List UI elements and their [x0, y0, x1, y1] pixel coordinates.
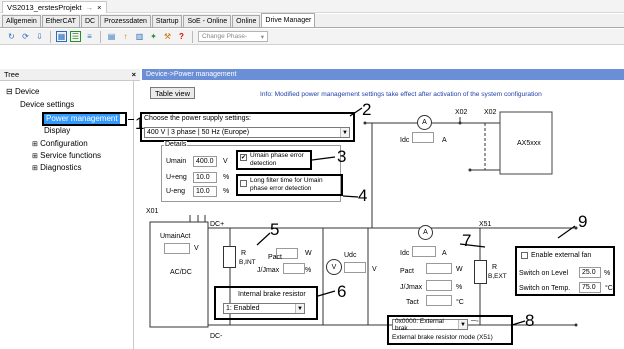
switch-on-level-label: Switch on Level	[519, 270, 569, 277]
power-supply-select[interactable]: 400 V | 3 phase | 50 Hz (Europe) ▼	[144, 127, 350, 138]
x02-label-2: X02	[484, 109, 497, 116]
umeng-label: U-eng	[166, 188, 186, 195]
callout-8: 8	[525, 311, 535, 330]
umainact-label: UmainAct	[160, 233, 191, 240]
tact-field	[426, 295, 452, 306]
jjmax-field	[283, 263, 305, 274]
pact2-label: Pact	[400, 268, 415, 275]
pact2-unit: W	[456, 266, 463, 273]
umeng-field[interactable]: 10.0	[193, 186, 217, 197]
callout-3: 3	[337, 147, 347, 166]
callout-7: 7	[462, 231, 472, 250]
power-supply-label: Choose the power supply settings:	[144, 115, 252, 122]
idc-top-field	[412, 132, 434, 143]
power-supply-value: 400 V | 3 phase | 50 Hz (Europe)	[147, 129, 250, 136]
umainact-unit: V	[194, 245, 199, 252]
umeng-unit: %	[223, 188, 230, 195]
umain-unit: V	[223, 158, 228, 165]
external-fan-checkbox[interactable]	[521, 252, 528, 259]
idc-bot-field	[412, 246, 436, 257]
r-int-sub: B,INT	[239, 259, 256, 266]
jjmax2-unit: %	[456, 284, 463, 291]
ext-brake-value: 0x0000: External brak	[395, 317, 444, 332]
tact-unit: °C	[456, 299, 464, 306]
callout-2: 2	[362, 100, 372, 119]
pact2-field	[426, 263, 452, 274]
phase-error-checkbox[interactable]: ✔	[240, 154, 247, 161]
chevron-down-icon: ▼	[295, 304, 304, 313]
switch-on-level-unit: %	[604, 270, 611, 277]
switch-on-temp-label: Switch on Temp.	[519, 285, 571, 292]
pact-unit: W	[305, 250, 312, 257]
udc-field	[344, 262, 366, 273]
long-filter-checkbox[interactable]	[240, 180, 247, 187]
chevron-down-icon: ▼	[340, 128, 349, 137]
jjmax2-label: J/Jmax	[400, 284, 423, 291]
idc-bot-unit: A	[442, 250, 447, 257]
jjmax2-field	[426, 280, 452, 291]
int-brake-select[interactable]: 1: Enabled ▼	[223, 303, 305, 314]
acdc-label: AC/DC	[170, 269, 192, 276]
idc-top-unit: A	[442, 137, 447, 144]
details-label: Details	[164, 141, 188, 148]
external-fan-label: Enable external fan	[531, 252, 592, 259]
resistor-int-icon	[223, 246, 236, 268]
udc-label: Udc	[344, 252, 357, 259]
r-int-label: R	[241, 250, 247, 257]
upeng-field[interactable]: 10.0	[193, 172, 217, 183]
umain-label: Umain	[166, 158, 187, 165]
jjmax-unit: %	[305, 267, 312, 274]
umain-field[interactable]: 400.0	[193, 156, 217, 167]
ext-brake-select[interactable]: 0x0000: External brak ▼	[392, 317, 468, 332]
dc-plus-label: DC+	[210, 221, 225, 228]
pact-label: Pact	[268, 254, 283, 261]
ext-brake-label: External brake resistor mode (X51)	[392, 334, 493, 341]
chevron-down-icon: ▼	[458, 320, 467, 329]
tact-label: Tact	[406, 299, 419, 306]
voltmeter-icon: V	[326, 259, 342, 275]
callout-9: 9	[578, 212, 588, 231]
upeng-label: U+eng	[166, 174, 187, 181]
upeng-unit: %	[223, 174, 230, 181]
ammeter-icon: A	[418, 225, 433, 240]
ammeter-icon: A	[417, 115, 432, 130]
long-filter-label: Long filter time for Umain phase error d…	[250, 177, 323, 192]
x51-label: X51	[479, 221, 492, 228]
umainact-field	[164, 243, 190, 254]
callout-6: 6	[337, 282, 347, 301]
r-ext-label: R	[492, 264, 498, 271]
idc-bot-label: Idc	[400, 250, 410, 257]
x01-label: X01	[146, 208, 159, 215]
r-ext-sub: B,EXT	[488, 273, 507, 280]
udc-unit: V	[372, 266, 377, 273]
switch-symbol-icon: ─◦	[471, 318, 479, 325]
phase-error-label: Umain phase error detection	[250, 152, 304, 167]
dc-minus-label: DC-	[210, 333, 223, 340]
switch-on-temp-field[interactable]: 75.0	[579, 282, 601, 293]
switch-on-temp-unit: °C	[605, 285, 613, 292]
jjmax-label: J/Jmax	[257, 267, 280, 274]
ax5-label: AX5xxx	[517, 140, 541, 147]
resistor-ext-icon	[474, 260, 487, 284]
x02-label-1: X02	[455, 109, 468, 116]
idc-top-label: Idc	[400, 137, 410, 144]
callout-5: 5	[270, 220, 280, 239]
int-brake-value: 1: Enabled	[226, 305, 260, 312]
callout-4: 4	[358, 186, 368, 205]
int-brake-label: Internal brake resistor	[238, 291, 306, 298]
switch-on-level-field[interactable]: 25.0	[579, 267, 601, 278]
